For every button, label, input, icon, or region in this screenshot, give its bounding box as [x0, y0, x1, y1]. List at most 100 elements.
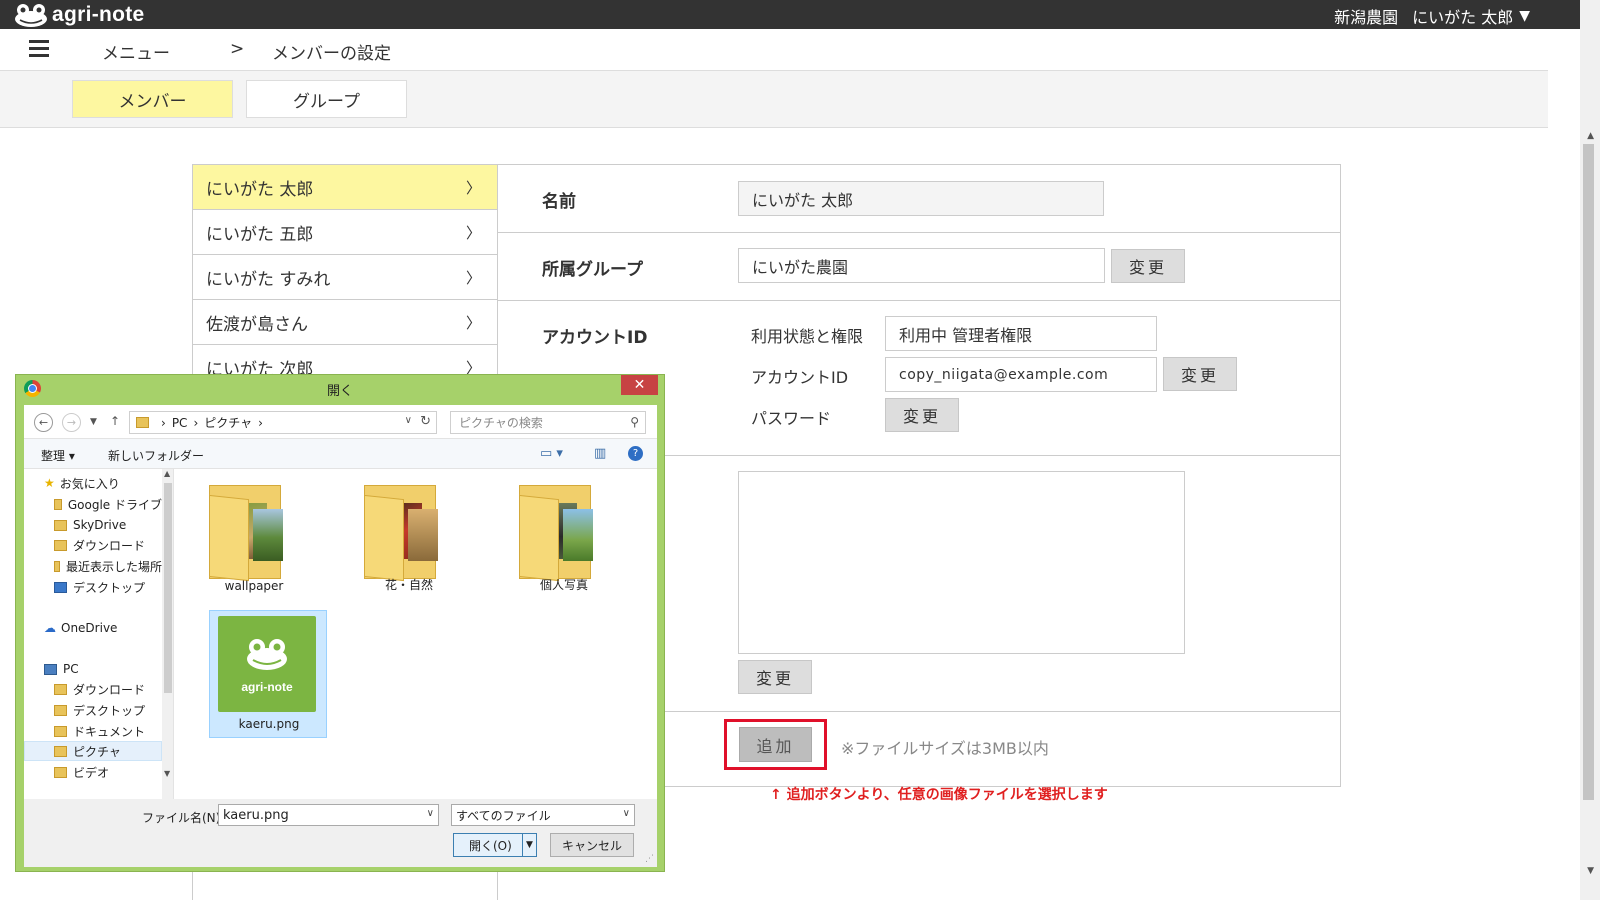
file-list: wallpaper 花・自然 個人写真 agri-note kaeru.png	[175, 469, 657, 799]
scroll-up-icon[interactable]: ▲	[164, 469, 170, 478]
nav-pane-scroll-thumb[interactable]	[164, 483, 172, 693]
address-dropdown-icon[interactable]: ∨	[405, 415, 412, 426]
address-bar: ← → ▼ ↑ › PC › ピクチャ › ∨ ↻ ピクチャの検索 ⚲	[24, 405, 657, 439]
frog-logo-icon	[247, 639, 287, 670]
new-folder-button[interactable]: 新しいフォルダー	[108, 447, 204, 464]
change-group-button[interactable]: 変更	[1111, 249, 1185, 283]
member-item[interactable]: 佐渡が島さん 〉	[193, 300, 497, 345]
memo-textarea[interactable]	[738, 471, 1185, 654]
farm-name: 新潟農園	[1334, 8, 1399, 27]
nav-downloads[interactable]: ダウンロード	[24, 679, 162, 699]
nav-documents[interactable]: ドキュメント	[24, 721, 162, 741]
help-icon[interactable]: ?	[628, 446, 643, 461]
group-label: 所属グループ	[542, 260, 643, 280]
tab-members[interactable]: メンバー	[72, 80, 233, 118]
member-item[interactable]: にいがた 五郎 〉	[193, 210, 497, 255]
path-separator: ›	[193, 415, 199, 430]
address-path[interactable]: › PC › ピクチャ › ∨ ↻	[129, 411, 437, 434]
preview-pane-icon[interactable]: ▥	[594, 446, 606, 461]
forward-icon[interactable]: →	[62, 413, 81, 432]
dialog-close-button[interactable]: ✕	[621, 375, 658, 395]
chevron-down-icon[interactable]: ∨	[623, 808, 630, 819]
dialog-footer: ファイル名(N): kaeru.png ∨ すべてのファイル ∨ 開く(O) ▼…	[24, 799, 657, 867]
top-bar: agri-note 新潟農園 にいがた 太郎 ▼	[0, 0, 1600, 29]
file-name: wallpaper	[224, 579, 284, 593]
path-segment-pictures[interactable]: ピクチャ	[204, 414, 252, 431]
status-field: 利用中 管理者権限	[885, 316, 1157, 351]
breadcrumb: メニュー > メンバーの設定	[0, 29, 1548, 71]
change-memo-button[interactable]: 変更	[738, 660, 812, 694]
recent-dropdown-icon[interactable]: ▼	[90, 417, 97, 427]
open-button[interactable]: 開く(O) ▼	[453, 833, 537, 857]
folder-icon	[54, 539, 67, 551]
path-separator: ›	[258, 415, 263, 430]
file-item-image[interactable]: agri-note kaeru.png	[209, 610, 327, 738]
nav-desktop-fav[interactable]: デスクトップ	[24, 577, 162, 597]
navigation-pane: ★ お気に入り Google ドライブ SkyDrive ダウンロード 最近表示し…	[24, 469, 174, 799]
member-item[interactable]: にいがた 太郎 〉	[193, 165, 497, 210]
scrollbar-thumb[interactable]	[1583, 144, 1594, 800]
filetype-select[interactable]: すべてのファイル ∨	[451, 804, 635, 826]
name-label: 名前	[542, 192, 576, 212]
account-id-label: アカウントID	[751, 368, 849, 387]
hamburger-menu-icon[interactable]	[29, 40, 49, 58]
folder-icon	[54, 725, 67, 737]
scroll-down-icon[interactable]: ▼	[1587, 866, 1594, 876]
nav-downloads-fav[interactable]: ダウンロード	[24, 535, 162, 555]
member-item[interactable]: にいがた すみれ 〉	[193, 255, 497, 300]
file-item-folder[interactable]: 個人写真	[505, 471, 623, 599]
path-segment-pc[interactable]: PC	[172, 416, 188, 430]
page-scrollbar[interactable]: ▲ ▼	[1580, 0, 1600, 900]
path-separator: ›	[161, 415, 166, 430]
nav-favorites[interactable]: ★ お気に入り	[24, 473, 162, 493]
folder-icon	[54, 745, 67, 757]
breadcrumb-menu-link[interactable]: メニュー	[102, 39, 170, 64]
back-icon[interactable]: ←	[34, 413, 53, 432]
nav-pc[interactable]: PC	[24, 659, 162, 679]
nav-recent-places[interactable]: 最近表示した場所	[24, 556, 162, 576]
search-input[interactable]: ピクチャの検索 ⚲	[450, 411, 646, 434]
dialog-toolbar: 整理 ▾ 新しいフォルダー ▭ ▾ ▥ ?	[24, 439, 657, 469]
user-menu[interactable]: 新潟農園 にいがた 太郎 ▼	[1334, 4, 1530, 28]
image-logo-text: agri-note	[241, 680, 293, 694]
nav-onedrive[interactable]: ☁ OneDrive	[24, 618, 162, 638]
nav-google-drive[interactable]: Google ドライブ	[24, 494, 162, 514]
open-dropdown-icon[interactable]: ▼	[522, 834, 536, 856]
breadcrumb-separator: >	[230, 39, 245, 59]
member-name: にいがた 五郎	[206, 224, 314, 245]
search-icon: ⚲	[630, 415, 639, 429]
file-item-folder[interactable]: wallpaper	[195, 471, 313, 599]
caret-down-icon[interactable]: ▼	[1519, 8, 1530, 24]
nav-videos[interactable]: ビデオ	[24, 762, 162, 782]
organize-button[interactable]: 整理 ▾	[41, 447, 75, 464]
password-label: パスワード	[751, 409, 832, 428]
file-item-folder[interactable]: 花・自然	[350, 471, 468, 599]
tab-groups[interactable]: グループ	[246, 80, 407, 118]
chevron-right-icon: 〉	[465, 178, 481, 197]
chevron-down-icon[interactable]: ∨	[427, 808, 434, 819]
dialog-titlebar[interactable]: 開く ✕	[16, 375, 664, 403]
cancel-button[interactable]: キャンセル	[550, 833, 634, 857]
resize-grip-icon[interactable]: ⋰	[645, 854, 654, 864]
page-title: メンバーの設定	[272, 44, 391, 64]
nav-skydrive[interactable]: SkyDrive	[24, 515, 162, 535]
user-name: にいがた 太郎	[1412, 8, 1514, 27]
app-logo[interactable]: agri-note	[14, 3, 145, 27]
account-label: アカウントID	[542, 328, 648, 348]
scroll-down-icon[interactable]: ▼	[164, 769, 170, 778]
change-account-id-button[interactable]: 変更	[1163, 357, 1237, 391]
scroll-up-icon[interactable]: ▲	[1587, 131, 1594, 141]
open-file-dialog: 開く ✕ ← → ▼ ↑ › PC › ピクチャ › ∨ ↻ ピクチャの検索 ⚲	[15, 374, 665, 872]
dialog-body: ← → ▼ ↑ › PC › ピクチャ › ∨ ↻ ピクチャの検索 ⚲ 整理 ▾…	[24, 405, 657, 867]
filename-input[interactable]: kaeru.png ∨	[218, 804, 439, 826]
up-arrow-icon[interactable]: ↑	[110, 414, 120, 428]
refresh-icon[interactable]: ↻	[420, 414, 431, 429]
nav-desktop[interactable]: デスクトップ	[24, 700, 162, 720]
chevron-right-icon: 〉	[465, 223, 481, 242]
change-password-button[interactable]: 変更	[885, 398, 959, 432]
view-options-icon[interactable]: ▭ ▾	[540, 446, 563, 461]
nav-pictures[interactable]: ピクチャ	[24, 741, 162, 761]
group-field[interactable]: にいがた農園	[738, 248, 1105, 283]
member-name: にいがた 太郎	[206, 179, 314, 200]
nav-pane-scrollbar[interactable]: ▲ ▼	[162, 469, 173, 799]
